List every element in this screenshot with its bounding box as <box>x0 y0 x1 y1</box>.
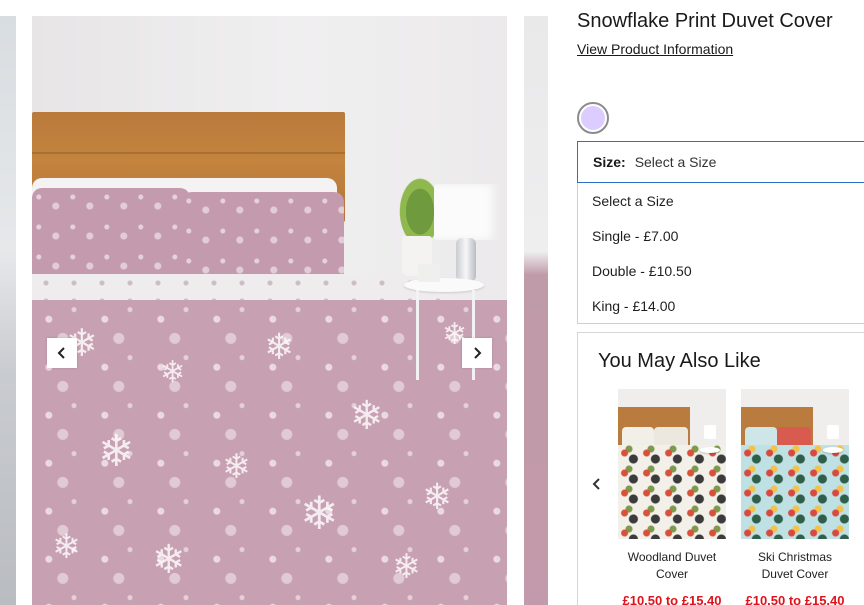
image-small-plant <box>418 264 440 282</box>
recommendations-prev-button[interactable] <box>588 473 606 495</box>
size-select-label: Size: <box>593 154 626 170</box>
chevron-left-icon <box>592 478 600 490</box>
image-nightstand-leg <box>416 290 419 380</box>
snowflake-pattern-icon: ❄ <box>98 426 135 477</box>
image-duvet: ❄ ❄ ❄ ❄ ❄ ❄ ❄ ❄ ❄ ❄ ❄ ❄ <box>32 300 507 605</box>
recommendation-name[interactable]: Woodland Duvet Cover <box>618 549 726 583</box>
product-main-image: ❄ ❄ ❄ ❄ ❄ ❄ ❄ ❄ ❄ ❄ ❄ ❄ <box>32 16 507 605</box>
snowflake-pattern-icon: ❄ <box>350 393 384 439</box>
size-select[interactable]: Size: Select a Size <box>577 141 864 183</box>
snowflake-pattern-icon: ❄ <box>152 537 186 583</box>
chevron-right-icon <box>474 347 482 359</box>
recommendation-name[interactable]: Ski Christmas Duvet Cover <box>741 549 849 583</box>
carousel-next-button[interactable] <box>462 338 492 368</box>
product-title: Snowflake Print Duvet Cover <box>577 10 833 32</box>
size-select-value: Select a Size <box>634 154 717 170</box>
snowflake-pattern-icon: ❄ <box>222 447 251 487</box>
size-option-double[interactable]: Double - £10.50 <box>578 253 864 288</box>
chevron-left-icon <box>57 347 65 359</box>
size-option-single[interactable]: Single - £7.00 <box>578 218 864 253</box>
recommendation-card[interactable]: Ski Christmas Duvet Cover £10.50 to £15.… <box>741 389 849 605</box>
carousel-prev-button[interactable] <box>47 338 77 368</box>
size-option-placeholder[interactable]: Select a Size <box>578 183 864 218</box>
recommendations-title: You May Also Like <box>598 350 761 372</box>
snowflake-pattern-icon: ❄ <box>52 527 81 567</box>
recommendation-image-ski-christmas[interactable] <box>741 389 849 539</box>
snowflake-pattern-icon: ❄ <box>422 477 453 518</box>
snowflake-pattern-icon: ❄ <box>392 547 421 587</box>
snowflake-pattern-icon: ❄ <box>300 486 339 540</box>
recommendation-price: £10.50 to £15.40 <box>745 593 845 605</box>
image-lamp-shade <box>434 184 498 240</box>
snowflake-pattern-icon: ❄ <box>160 355 186 390</box>
next-slide-image[interactable] <box>524 16 548 605</box>
size-dropdown-menu: Select a Size Single - £7.00 Double - £1… <box>577 183 864 324</box>
color-swatch-fill <box>581 106 605 130</box>
previous-slide-image[interactable] <box>0 16 16 605</box>
image-pillow-right <box>182 192 344 284</box>
image-pillow-left <box>32 188 190 280</box>
recommendation-card[interactable]: Woodland Duvet Cover £10.50 to £15.40 <box>618 389 726 605</box>
color-swatch[interactable] <box>577 102 609 134</box>
product-image-carousel: ❄ ❄ ❄ ❄ ❄ ❄ ❄ ❄ ❄ ❄ ❄ ❄ <box>0 0 548 605</box>
view-product-information-link[interactable]: View Product Information <box>577 41 733 57</box>
recommendation-image-woodland[interactable] <box>618 389 726 539</box>
size-option-king[interactable]: King - £14.00 <box>578 288 864 323</box>
snowflake-pattern-icon: ❄ <box>264 327 295 368</box>
image-lamp-base <box>456 238 476 282</box>
recommendation-price: £10.50 to £15.40 <box>622 593 722 605</box>
recommendations-panel: You May Also Like Woodland Duvet Cover £… <box>577 332 864 605</box>
